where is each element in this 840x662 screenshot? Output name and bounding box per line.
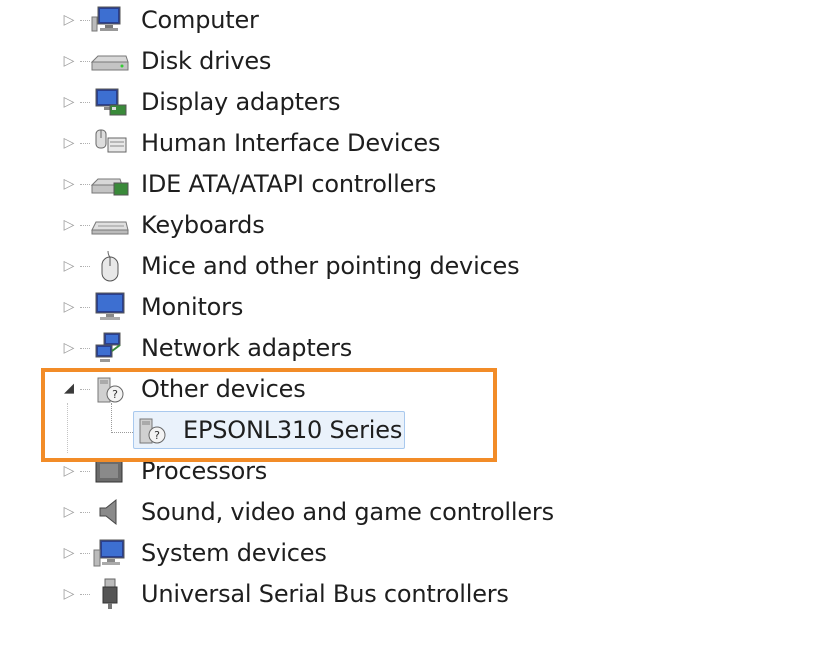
speaker-icon: [90, 495, 130, 529]
expand-arrow-icon[interactable]: ▷: [62, 299, 76, 315]
expand-arrow-icon[interactable]: ▷: [62, 463, 76, 479]
tree-item-label: Display adapters: [141, 88, 341, 116]
tree-item-label: System devices: [141, 539, 327, 567]
tree-item-sound-video-game[interactable]: ▷ Sound, video and game controllers: [0, 492, 840, 533]
expand-arrow-icon[interactable]: ▷: [62, 53, 76, 69]
tree-item-label: Keyboards: [141, 211, 265, 239]
tree-item-label: IDE ATA/ATAPI controllers: [141, 170, 437, 198]
device-manager-tree: ▷ Computer ▷ Disk drives ▷ Display adapt…: [0, 0, 840, 662]
tree-item-mice[interactable]: ▷ Mice and other pointing devices: [0, 246, 840, 287]
disk-drive-icon: [90, 44, 130, 78]
tree-item-label: Computer: [141, 6, 259, 34]
tree-item-ide-controllers[interactable]: ▷ IDE ATA/ATAPI controllers: [0, 164, 840, 205]
collapse-arrow-icon[interactable]: ◢: [62, 381, 76, 397]
tree-item-network-adapters[interactable]: ▷ Network adapters: [0, 328, 840, 369]
tree-item-label: Sound, video and game controllers: [141, 498, 554, 526]
expand-arrow-icon[interactable]: ▷: [62, 176, 76, 192]
tree-item-other-devices[interactable]: ◢ ? Other devices: [0, 369, 840, 410]
tree-item-disk-drives[interactable]: ▷ Disk drives: [0, 41, 840, 82]
tree-item-label: Human Interface Devices: [141, 129, 441, 157]
tree-item-label: Network adapters: [141, 334, 353, 362]
tree-item-label: Disk drives: [141, 47, 272, 75]
expand-arrow-icon[interactable]: ▷: [62, 217, 76, 233]
mouse-icon: [90, 249, 130, 283]
processor-icon: [90, 454, 130, 488]
ide-controller-icon: [90, 167, 130, 201]
hid-icon: [90, 126, 130, 160]
tree-item-monitors[interactable]: ▷ Monitors: [0, 287, 840, 328]
svg-text:?: ?: [154, 429, 160, 442]
svg-text:?: ?: [112, 388, 118, 401]
display-adapter-icon: [90, 85, 130, 119]
unknown-device-icon: ?: [90, 372, 130, 406]
tree-item-label: EPSONL310 Series: [183, 416, 403, 444]
monitor-icon: [90, 290, 130, 324]
tree-item-system-devices[interactable]: ▷ System devices: [0, 533, 840, 574]
tree-item-epsonl310-series[interactable]: ? EPSONL310 Series: [0, 410, 840, 451]
keyboard-icon: [90, 208, 130, 242]
tree-item-label: Processors: [141, 457, 268, 485]
tree-item-label: Mice and other pointing devices: [141, 252, 520, 280]
expand-arrow-icon[interactable]: ▷: [62, 258, 76, 274]
tree-item-computer[interactable]: ▷ Computer: [0, 0, 840, 41]
expand-arrow-icon[interactable]: ▷: [62, 135, 76, 151]
system-device-icon: [90, 536, 130, 570]
tree-item-label: Universal Serial Bus controllers: [141, 580, 509, 608]
tree-item-usb-controllers[interactable]: ▷ Universal Serial Bus controllers: [0, 574, 840, 615]
usb-icon: [90, 577, 130, 611]
expand-arrow-icon[interactable]: ▷: [62, 94, 76, 110]
computer-icon: [90, 3, 130, 37]
expand-arrow-icon[interactable]: ▷: [62, 12, 76, 28]
expand-arrow-icon[interactable]: ▷: [62, 504, 76, 520]
tree-item-label: Other devices: [141, 375, 306, 403]
tree-item-keyboards[interactable]: ▷ Keyboards: [0, 205, 840, 246]
network-adapter-icon: [90, 331, 130, 365]
tree-item-label: Monitors: [141, 293, 244, 321]
expand-arrow-icon[interactable]: ▷: [62, 545, 76, 561]
tree-item-display-adapters[interactable]: ▷ Display adapters: [0, 82, 840, 123]
expand-arrow-icon[interactable]: ▷: [62, 586, 76, 602]
expand-arrow-icon[interactable]: ▷: [62, 340, 76, 356]
tree-item-human-interface-devices[interactable]: ▷ Human Interface Devices: [0, 123, 840, 164]
unknown-device-icon: ?: [134, 413, 174, 447]
tree-item-processors[interactable]: ▷ Processors: [0, 451, 840, 492]
